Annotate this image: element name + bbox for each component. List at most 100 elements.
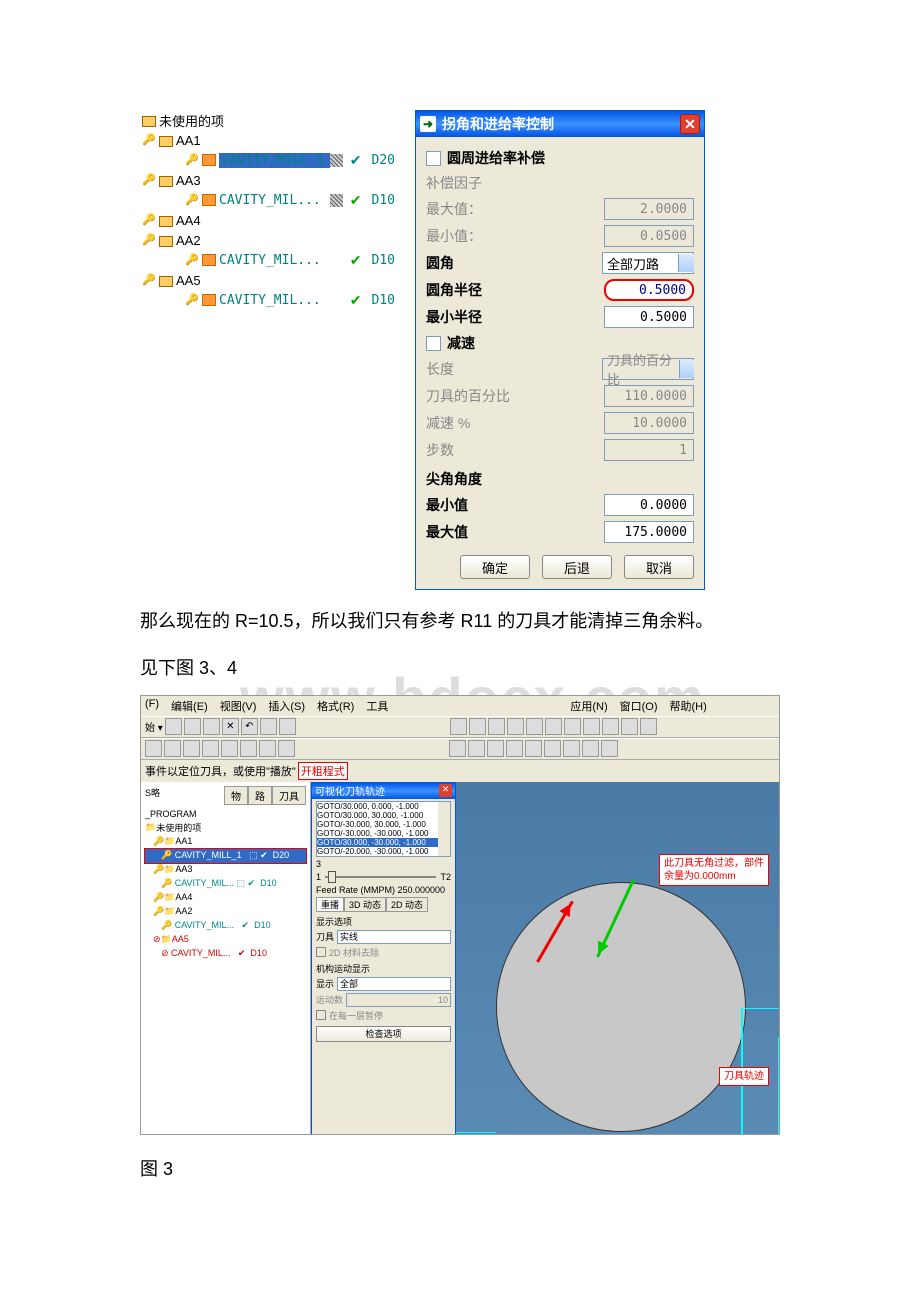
menu-item[interactable]: 帮助(H) xyxy=(670,698,707,714)
btree-selected-op[interactable]: 🔑 CAVITY_MILL_1 ⬚ ✔ D20 xyxy=(145,849,306,863)
menubar[interactable]: (F) 编辑(E) 视图(V) 插入(S) 格式(R) 工具 应用(N) 窗口(… xyxy=(141,696,779,716)
toolbar-icon[interactable] xyxy=(583,718,600,735)
tree-op-row[interactable]: CAVITY_MIL... ✔ D10 xyxy=(140,190,395,210)
min-value-input xyxy=(604,225,694,247)
goto-list[interactable]: GOTO/30.000, 0.000, -1.000 GOTO/30.000, … xyxy=(316,801,451,857)
fillet-select[interactable]: 全部刀路 xyxy=(602,252,694,274)
btree-item[interactable]: 🔑📁AA2 xyxy=(145,905,306,919)
tree-node-aa2[interactable]: AA2 xyxy=(140,230,395,250)
toolbar-icon[interactable] xyxy=(449,740,466,757)
btree-item[interactable]: ⊘📁AA5 xyxy=(145,933,306,947)
toolbar-icon[interactable] xyxy=(526,718,543,735)
toolbar-icon[interactable] xyxy=(450,718,467,735)
btree-item[interactable]: 🔑📁AA1 xyxy=(145,835,306,849)
menu-item[interactable]: 格式(R) xyxy=(317,698,354,714)
ok-button[interactable]: 确定 xyxy=(460,555,530,579)
toolbar-icon[interactable] xyxy=(601,740,618,757)
tree-tab[interactable]: 路 xyxy=(248,786,272,805)
sharp-max-input[interactable] xyxy=(604,521,694,543)
toolbar-icon[interactable] xyxy=(260,718,277,735)
label: 刀具的百分比 xyxy=(426,386,604,406)
label: 最小半径 xyxy=(426,307,604,327)
tab-3d[interactable]: 3D 动态 xyxy=(344,897,386,912)
3d-viewport[interactable]: 此刀具无角过滤，部件余量为0.000mm 刀具轨迹 xyxy=(456,782,779,1135)
check-options-button[interactable]: 检查选项 xyxy=(316,1026,451,1042)
tab-replay[interactable]: 重播 xyxy=(316,897,344,912)
toolbar-icon[interactable] xyxy=(469,718,486,735)
tree-op-row[interactable]: CAVITY_MIL... ✔ D10 xyxy=(140,250,395,270)
toolbar-icon[interactable] xyxy=(203,718,220,735)
btree-item[interactable]: ⊘ CAVITY_MIL... ✔ D10 xyxy=(145,947,306,961)
body-text-2: 见下图 3、4 xyxy=(140,652,780,684)
menu-item[interactable]: 视图(V) xyxy=(220,698,257,714)
btree-item[interactable]: 🔑📁AA4 xyxy=(145,891,306,905)
min-radius-input[interactable] xyxy=(604,306,694,328)
menu-item[interactable]: 应用(N) xyxy=(570,698,607,714)
btree-item[interactable]: _PROGRAM xyxy=(145,807,306,821)
sharp-min-input[interactable] xyxy=(604,494,694,516)
display-select[interactable]: 全部 xyxy=(337,977,451,991)
toolbar-icon[interactable] xyxy=(183,740,200,757)
fillet-radius-input[interactable] xyxy=(604,279,694,301)
toolbar-icon[interactable] xyxy=(506,740,523,757)
tree-op-cavity-mill-1[interactable]: CAVITY_MILL_1 ✔ D20 xyxy=(140,150,395,170)
toolbar-icon[interactable]: ↶ xyxy=(241,718,258,735)
toolbar-icon[interactable] xyxy=(184,718,201,735)
toolbar-icon[interactable] xyxy=(202,740,219,757)
toolbar-icon[interactable] xyxy=(165,718,182,735)
menu-item[interactable]: 插入(S) xyxy=(268,698,305,714)
tab-2d[interactable]: 2D 动态 xyxy=(386,897,428,912)
position-slider[interactable] xyxy=(325,871,436,883)
toolbar-icon[interactable] xyxy=(563,740,580,757)
toolbar-icon[interactable] xyxy=(640,718,657,735)
toolbar-icon[interactable] xyxy=(544,740,561,757)
toolbar-icon[interactable] xyxy=(525,740,542,757)
toolbar-icon[interactable] xyxy=(468,740,485,757)
tree-tab[interactable]: 物 xyxy=(224,786,248,805)
toolbar-icon[interactable]: ✕ xyxy=(222,718,239,735)
tool-display-select[interactable]: 实线 xyxy=(337,930,451,944)
toolbar-icon[interactable] xyxy=(164,740,181,757)
toolbar-icon[interactable] xyxy=(279,718,296,735)
menu-item[interactable]: 窗口(O) xyxy=(620,698,658,714)
dialog-titlebar[interactable]: ➜ 拐角和进给率控制 ✕ xyxy=(416,111,704,137)
btree-item[interactable]: 🔑📁AA3 xyxy=(145,863,306,877)
toolbar-icon[interactable] xyxy=(145,740,162,757)
close-icon[interactable]: ✕ xyxy=(439,784,452,797)
toolbar-icon[interactable] xyxy=(240,740,257,757)
toolbar-icon[interactable] xyxy=(487,740,504,757)
toolbar-icon[interactable] xyxy=(488,718,505,735)
toolbar-icon[interactable] xyxy=(545,718,562,735)
toolbar-icon[interactable] xyxy=(221,740,238,757)
tree-tab[interactable]: 刀具 xyxy=(272,786,306,805)
menu-item[interactable]: 工具 xyxy=(366,698,388,714)
checkbox-circum-feed[interactable] xyxy=(426,151,441,166)
checkbox-decel[interactable] xyxy=(426,336,441,351)
tree-node-aa1[interactable]: AA1 xyxy=(140,130,395,150)
unused-items-node[interactable]: 未使用的项 xyxy=(140,110,395,130)
toolbar-icon[interactable] xyxy=(564,718,581,735)
cancel-button[interactable]: 取消 xyxy=(624,555,694,579)
back-button[interactable]: 后退 xyxy=(542,555,612,579)
btree-item[interactable]: 🔑 CAVITY_MIL... ⬚ ✔ D10 xyxy=(145,877,306,891)
toolbar-icon[interactable] xyxy=(621,718,638,735)
corner-feedrate-dialog: ➜ 拐角和进给率控制 ✕ 圆周进给率补偿 补偿因子 最大值： 最小值： xyxy=(415,110,705,590)
tree-op-row[interactable]: CAVITY_MIL... ✔ D10 xyxy=(140,290,395,310)
toolbar-icon[interactable] xyxy=(602,718,619,735)
bdlg-titlebar[interactable]: 可视化刀轨轨迹 ✕ xyxy=(312,783,455,799)
menu-item[interactable]: 编辑(E) xyxy=(171,698,208,714)
close-icon[interactable]: ✕ xyxy=(680,114,700,134)
tree-node-aa5[interactable]: AA5 xyxy=(140,270,395,290)
tree-node-aa3[interactable]: AA3 xyxy=(140,170,395,190)
list-scrollbar[interactable] xyxy=(438,802,450,856)
toolbar-row-1: 始 ▾ ✕↶ xyxy=(141,716,779,738)
toolbar-icon[interactable] xyxy=(582,740,599,757)
slider-thumb[interactable] xyxy=(328,871,336,883)
menu-item[interactable]: (F) xyxy=(145,698,159,714)
btree-item[interactable]: 🔑 CAVITY_MIL... ✔ D10 xyxy=(145,919,306,933)
tree-node-aa4[interactable]: AA4 xyxy=(140,210,395,230)
toolbar-icon[interactable] xyxy=(507,718,524,735)
toolbar-icon[interactable] xyxy=(259,740,276,757)
btree-item[interactable]: 📁未使用的项 xyxy=(145,821,306,835)
toolbar-icon[interactable] xyxy=(278,740,295,757)
